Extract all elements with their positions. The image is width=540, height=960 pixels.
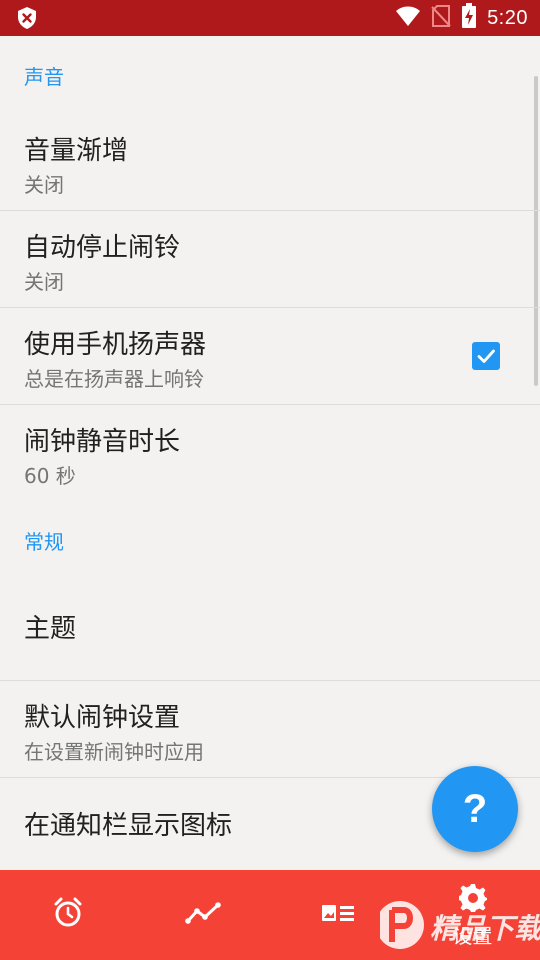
no-sim-icon (431, 4, 451, 32)
pref-title: 闹钟静音时长 (24, 427, 181, 457)
pref-summary: 总是在扬声器上响铃 (24, 367, 204, 391)
pref-volume-increase[interactable]: 音量渐增 关闭 (0, 114, 540, 211)
stats-icon (184, 901, 221, 929)
watermark-logo: 精品下载 (376, 880, 540, 960)
help-icon: ? (462, 786, 488, 831)
help-button[interactable]: ? (432, 766, 518, 852)
pref-title: 在通知栏显示图标 (24, 811, 233, 841)
pref-title: 主题 (24, 614, 77, 644)
pref-use-speaker[interactable]: 使用手机扬声器 总是在扬声器上响铃 (0, 308, 540, 405)
pref-summary: 关闭 (24, 270, 64, 294)
status-bar: 5:20 (0, 0, 540, 36)
pref-summary: 关闭 (24, 173, 64, 197)
pref-title: 自动停止闹铃 (24, 233, 181, 263)
checkmark-icon (477, 349, 495, 363)
pref-title: 默认闹钟设置 (24, 703, 181, 733)
pref-title: 使用手机扬声器 (24, 330, 207, 360)
settings-list[interactable]: 声音 音量渐增 关闭 自动停止闹铃 关闭 使用手机扬声器 总是在扬声器上响铃 闹… (0, 36, 540, 870)
alarm-icon (51, 896, 85, 934)
wifi-icon (395, 5, 421, 31)
pref-silence-duration[interactable]: 闹钟静音时长 60 秒 (0, 405, 540, 502)
pref-theme[interactable]: 主题 (0, 578, 540, 681)
section-header-sound: 声音 (24, 64, 64, 89)
svg-text:精品下载: 精品下载 (430, 912, 540, 945)
nav-item-stats[interactable] (135, 870, 270, 960)
pref-default-alarm[interactable]: 默认闹钟设置 在设置新闹钟时应用 (0, 681, 540, 778)
pref-title: 音量渐增 (24, 136, 129, 166)
cards-icon (321, 903, 355, 927)
pref-summary: 60 秒 (24, 464, 76, 488)
pref-summary: 在设置新闹钟时应用 (24, 740, 204, 764)
shield-x-icon (16, 6, 38, 30)
nav-item-alarm[interactable] (0, 870, 135, 960)
speaker-checkbox[interactable] (472, 342, 500, 370)
status-time: 5:20 (487, 6, 528, 29)
pref-auto-stop[interactable]: 自动停止闹铃 关闭 (0, 211, 540, 308)
section-header-general: 常规 (24, 529, 64, 554)
battery-charging-icon (461, 3, 477, 33)
